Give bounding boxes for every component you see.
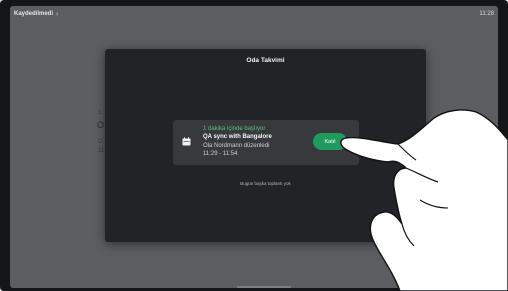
meeting-details: 1 dakika içinde başlıyor QA sync with Ba…	[203, 125, 272, 158]
room-status-label: Kaydedilmedi	[14, 11, 54, 17]
dialog-title: Oda Takvimi	[246, 57, 285, 64]
photo-frame: Kaydedilmedi › 11:28 1. O O 11 Oda Takvi…	[0, 0, 508, 291]
touch-panel-device: Kaydedilmedi › 11:28 1. O O 11 Oda Takvi…	[0, 0, 508, 291]
background-text-fragment: 1.	[98, 110, 104, 116]
no-more-meetings-text: Bugün başka toplantı yok	[240, 181, 291, 186]
home-indicator[interactable]	[237, 286, 291, 288]
background-text-fragment: O	[97, 120, 105, 130]
clock: 11:28	[479, 11, 494, 17]
meeting-start-status: 1 dakika içinde başlıyor	[203, 126, 266, 132]
top-status-bar: Kaydedilmedi › 11:28	[10, 6, 498, 22]
room-calendar-dialog: Oda Takvimi 1 dakika içinde başlıyor QA …	[105, 49, 426, 242]
join-button[interactable]: Katıl	[313, 133, 347, 150]
meeting-title: QA sync with Bangalore	[203, 134, 272, 141]
meeting-card[interactable]: 1 dakika içinde başlıyor QA sync with Ba…	[173, 120, 359, 165]
background-text-fragment: 11	[98, 148, 105, 154]
meeting-organizer: Ola Nordmann düzenledi	[203, 142, 270, 149]
device-screen: Kaydedilmedi › 11:28 1. O O 11 Oda Takvi…	[10, 6, 498, 288]
meeting-time-range: 11:29 - 11:54	[203, 150, 238, 157]
room-status[interactable]: Kaydedilmedi ›	[14, 11, 58, 18]
calendar-icon	[182, 137, 191, 146]
chevron-right-icon: ›	[56, 10, 59, 18]
background-text-fragment: O	[98, 139, 103, 145]
